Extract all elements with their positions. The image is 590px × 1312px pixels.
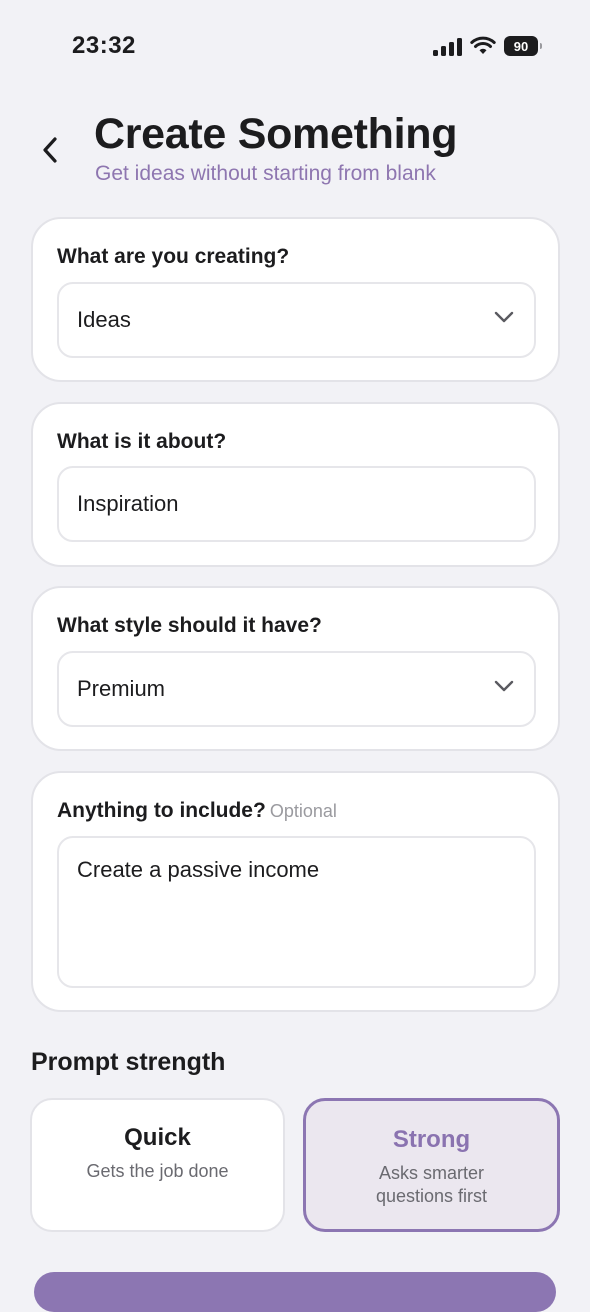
chevron-left-icon: [43, 137, 57, 163]
about-label: What is it about?: [57, 430, 227, 453]
status-bar: 23:32 90: [0, 0, 590, 96]
include-label: Anything to include? Optional: [57, 799, 337, 823]
include-value: Create a passive income: [77, 857, 320, 882]
status-icons: 90: [433, 36, 542, 56]
creating-label: What are you creating?: [57, 245, 290, 268]
chevron-down-icon: [494, 311, 514, 323]
battery-icon: 90: [504, 36, 542, 56]
quick-option-title: Quick: [124, 1124, 191, 1151]
back-button[interactable]: [36, 132, 64, 168]
strong-option-description: Asks smarter questions first: [375, 1163, 488, 1206]
style-card: What style should it have? Premium: [31, 586, 560, 751]
status-time: 23:32: [72, 32, 136, 59]
create-button[interactable]: [34, 1272, 556, 1312]
strong-option[interactable]: Strong Asks smarter questions first: [303, 1098, 560, 1232]
optional-hint: Optional: [269, 801, 337, 821]
include-label-text: Anything to include?: [57, 799, 266, 822]
style-select[interactable]: Premium: [57, 651, 536, 727]
about-input[interactable]: Inspiration: [57, 466, 536, 542]
style-value: Premium: [77, 676, 166, 701]
style-label: What style should it have?: [57, 614, 322, 637]
quick-option-description: Gets the job done: [86, 1161, 229, 1181]
include-textarea[interactable]: Create a passive income: [57, 836, 536, 988]
quick-option[interactable]: Quick Gets the job done: [30, 1098, 285, 1232]
include-card: Anything to include? Optional Create a pa…: [31, 771, 560, 1012]
creating-card: What are you creating? Ideas: [31, 217, 560, 382]
page-title: Create Something: [94, 110, 458, 158]
page-subtitle: Get ideas without starting from blank: [95, 162, 436, 185]
cellular-signal-icon: [433, 36, 462, 56]
creating-select[interactable]: Ideas: [57, 282, 536, 358]
chevron-down-icon: [494, 680, 514, 692]
about-card: What is it about? Inspiration: [31, 402, 560, 567]
wifi-icon: [470, 36, 496, 54]
strong-option-title: Strong: [392, 1126, 471, 1153]
prompt-strength-title: Prompt strength: [31, 1048, 226, 1076]
battery-level: 90: [513, 38, 529, 54]
creating-value: Ideas: [77, 307, 131, 332]
about-value: Inspiration: [77, 491, 179, 516]
